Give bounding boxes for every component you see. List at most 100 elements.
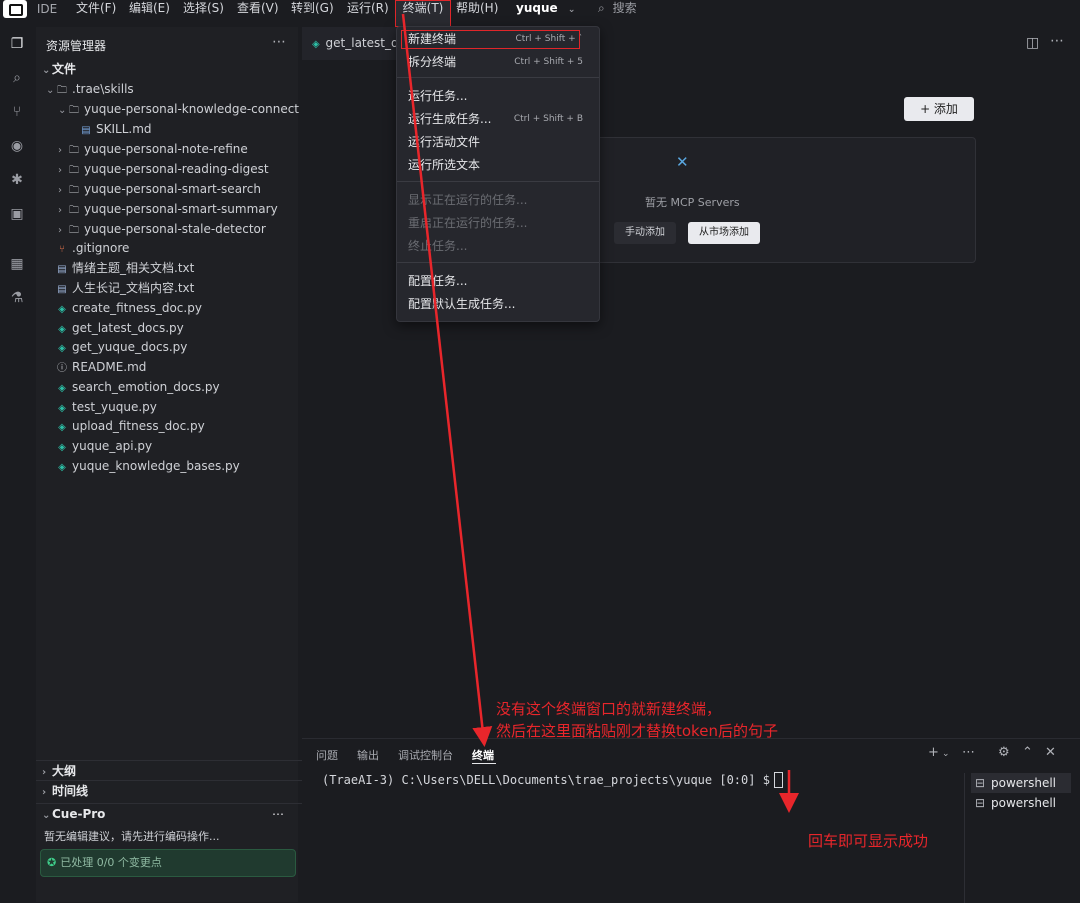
more-actions-icon[interactable]: ⋯ <box>1050 33 1064 49</box>
folder-icon: 🗀 <box>69 185 79 196</box>
menu-item-restart-running-task: 重启正在运行的任务... <box>397 212 599 234</box>
tree-item[interactable]: › 🗀 yuque-personal-note-refine <box>36 139 320 159</box>
menu-goto[interactable]: 转到(G) <box>291 0 334 20</box>
explorer-icon[interactable]: ❐ <box>8 35 26 53</box>
python-icon: ◈ <box>312 39 320 50</box>
tree-item[interactable]: › 🗀 yuque-personal-smart-search <box>36 179 320 199</box>
tree-item-label: 情绪主题_相关文档.txt <box>72 261 195 275</box>
testing-icon[interactable]: ⚗ <box>8 289 26 307</box>
cue-status-box: ✪ 已处理 0/0 个变更点 <box>40 849 296 877</box>
tree-item-label: yuque-personal-smart-summary <box>84 202 278 216</box>
menu-run[interactable]: 运行(R) <box>347 0 389 20</box>
market-add-button[interactable]: 从市场添加 <box>688 222 760 244</box>
outline-section[interactable]: › 大纲 <box>36 760 304 781</box>
text-file-icon: ▤ <box>57 264 67 275</box>
tree-item[interactable]: ⓘ README.md <box>36 357 318 377</box>
terminal-instance[interactable]: ⊟ powershell <box>971 773 1071 793</box>
tab-debug-console[interactable]: 调试控制台 <box>398 747 453 763</box>
tab-label: get_latest_d <box>325 36 399 50</box>
menu-item-configure-tasks[interactable]: 配置任务... <box>397 270 599 292</box>
menu-selection[interactable]: 选择(S) <box>183 0 224 20</box>
menu-item-split-terminal[interactable]: 拆分终端 Ctrl + Shift + 5 <box>397 51 599 73</box>
menu-item-run-active-file[interactable]: 运行活动文件 <box>397 131 599 153</box>
terminal-prompt[interactable]: (TraeAI-3) C:\Users\DELL\Documents\trae_… <box>322 773 777 787</box>
new-terminal-plus-icon[interactable]: + <box>928 745 939 760</box>
tab-output[interactable]: 输出 <box>357 747 379 763</box>
tree-item[interactable]: ◈ create_fitness_doc.py <box>36 298 318 318</box>
more-actions-icon[interactable]: ⋯ <box>272 804 284 824</box>
tree-item[interactable]: ◈ get_latest_docs.py <box>36 318 318 338</box>
menu-item-show-running-tasks: 显示正在运行的任务... <box>397 189 599 211</box>
cue-pro-section[interactable]: ⌄ Cue-Pro ⋯ <box>36 803 304 824</box>
tree-item[interactable]: ◈ get_yuque_docs.py <box>36 337 318 357</box>
menu-item-label: 运行活动文件 <box>408 135 481 149</box>
python-icon: ◈ <box>58 304 66 315</box>
tree-item[interactable]: ◈ upload_fitness_doc.py <box>36 416 318 436</box>
tree-item[interactable]: ▤ 情绪主题_相关文档.txt <box>36 258 318 278</box>
mcp-empty-text: 暂无 MCP Servers <box>645 196 740 209</box>
menu-terminal[interactable]: 终端(T) <box>395 0 451 27</box>
timeline-section[interactable]: › 时间线 <box>36 780 304 801</box>
tree-item[interactable]: ⌄ 🗀 yuque-personal-knowledge-connect <box>36 99 320 119</box>
menu-item-run-task[interactable]: 运行任务... <box>397 85 599 107</box>
chevron-right-icon: › <box>58 145 62 156</box>
maximize-panel-icon[interactable]: ⌃ <box>1022 745 1033 760</box>
tree-item[interactable]: › 🗀 yuque-personal-smart-summary <box>36 199 320 219</box>
python-icon: ◈ <box>58 383 66 394</box>
source-control-icon[interactable]: ⑂ <box>8 103 26 121</box>
tree-item[interactable]: › 🗀 yuque-personal-reading-digest <box>36 159 320 179</box>
tree-item[interactable]: ◈ search_emotion_docs.py <box>36 377 318 397</box>
chevron-down-icon: ⌄ <box>42 65 51 76</box>
editor-tab[interactable]: ◈ get_latest_d <box>302 27 403 60</box>
terminal-instance[interactable]: ⊟ powershell <box>971 793 1071 813</box>
terminal-instance-label: powershell <box>991 796 1056 810</box>
tree-item[interactable]: ⑂ .gitignore <box>36 238 318 258</box>
explorer-sidebar: 资源管理器 ⋯ ⌄ 文件 ⌄ 🗀 .trae\skills ⌄ 🗀 yuque-perso… <box>36 27 304 902</box>
menu-view[interactable]: 查看(V) <box>237 0 279 20</box>
menu-item-run-build-task[interactable]: 运行生成任务... Ctrl + Shift + B <box>397 108 599 130</box>
tree-item[interactable]: ◈ test_yuque.py <box>36 397 318 417</box>
remote-icon[interactable]: ▣ <box>8 205 26 223</box>
tab-problems[interactable]: 问题 <box>316 747 338 763</box>
menu-item-configure-default-build[interactable]: 配置默认生成任务... <box>397 293 599 315</box>
tree-item[interactable]: ▤ SKILL.md <box>36 119 342 139</box>
tree-item[interactable]: ⌄ 🗀 .trae\skills <box>36 79 308 99</box>
tree-item-label: test_yuque.py <box>72 400 157 414</box>
chevron-right-icon: › <box>58 205 62 216</box>
tree-item[interactable]: ◈ yuque_api.py <box>36 436 318 456</box>
split-editor-icon[interactable]: ◫ <box>1026 35 1039 51</box>
manual-add-button[interactable]: 手动添加 <box>614 222 676 244</box>
annotation-enter-note: 回车即可显示成功 <box>808 832 929 850</box>
workspace-selector[interactable]: yuque ⌄ <box>516 0 575 20</box>
search-view-icon[interactable]: ⌕ <box>8 69 26 87</box>
more-actions-icon[interactable]: ⋯ <box>272 34 286 50</box>
tree-item[interactable]: ▤ 人生长记_文档内容.txt <box>36 278 318 298</box>
settings-icon[interactable]: ⚙ <box>998 745 1010 760</box>
tree-item[interactable]: › 🗀 yuque-personal-stale-detector <box>36 219 320 239</box>
global-search[interactable]: ⌕ 搜索 <box>598 0 637 20</box>
tab-terminal[interactable]: 终端 <box>472 747 494 763</box>
extensions-icon[interactable]: ▦ <box>8 255 26 273</box>
cue-message: 暂无编辑建议，请先进行编码操作... <box>44 830 220 843</box>
title-bar: IDE 文件(F) 编辑(E) 选择(S) 查看(V) 转到(G) 运行(R) … <box>0 0 1080 27</box>
menu-item-label: 显示正在运行的任务... <box>408 193 528 207</box>
outline-label: 大纲 <box>52 764 77 778</box>
eye-icon[interactable]: ◉ <box>8 137 26 155</box>
tree-root[interactable]: ⌄ 文件 <box>36 59 304 79</box>
menu-item-run-selected-text[interactable]: 运行所选文本 <box>397 154 599 176</box>
chevron-down-icon[interactable]: ⌄ <box>942 749 950 759</box>
menu-edit[interactable]: 编辑(E) <box>129 0 170 20</box>
tree-item-label: create_fitness_doc.py <box>72 301 202 315</box>
close-icon[interactable]: ✕ <box>1045 745 1056 760</box>
sidebar-title: 资源管理器 <box>46 39 107 53</box>
search-label: 搜索 <box>612 1 637 15</box>
tree-item[interactable]: ◈ yuque_knowledge_bases.py <box>36 456 318 476</box>
add-mcp-button[interactable]: + 添加 <box>904 97 974 121</box>
menu-file[interactable]: 文件(F) <box>76 0 116 20</box>
menu-divider <box>397 262 599 263</box>
menu-item-label: 终止任务... <box>408 239 468 253</box>
folder-open-icon: 🗀 <box>69 105 79 116</box>
debug-icon[interactable]: ✱ <box>8 171 26 189</box>
menu-help[interactable]: 帮助(H) <box>456 0 498 20</box>
more-actions-icon[interactable]: ⋯ <box>962 745 975 760</box>
